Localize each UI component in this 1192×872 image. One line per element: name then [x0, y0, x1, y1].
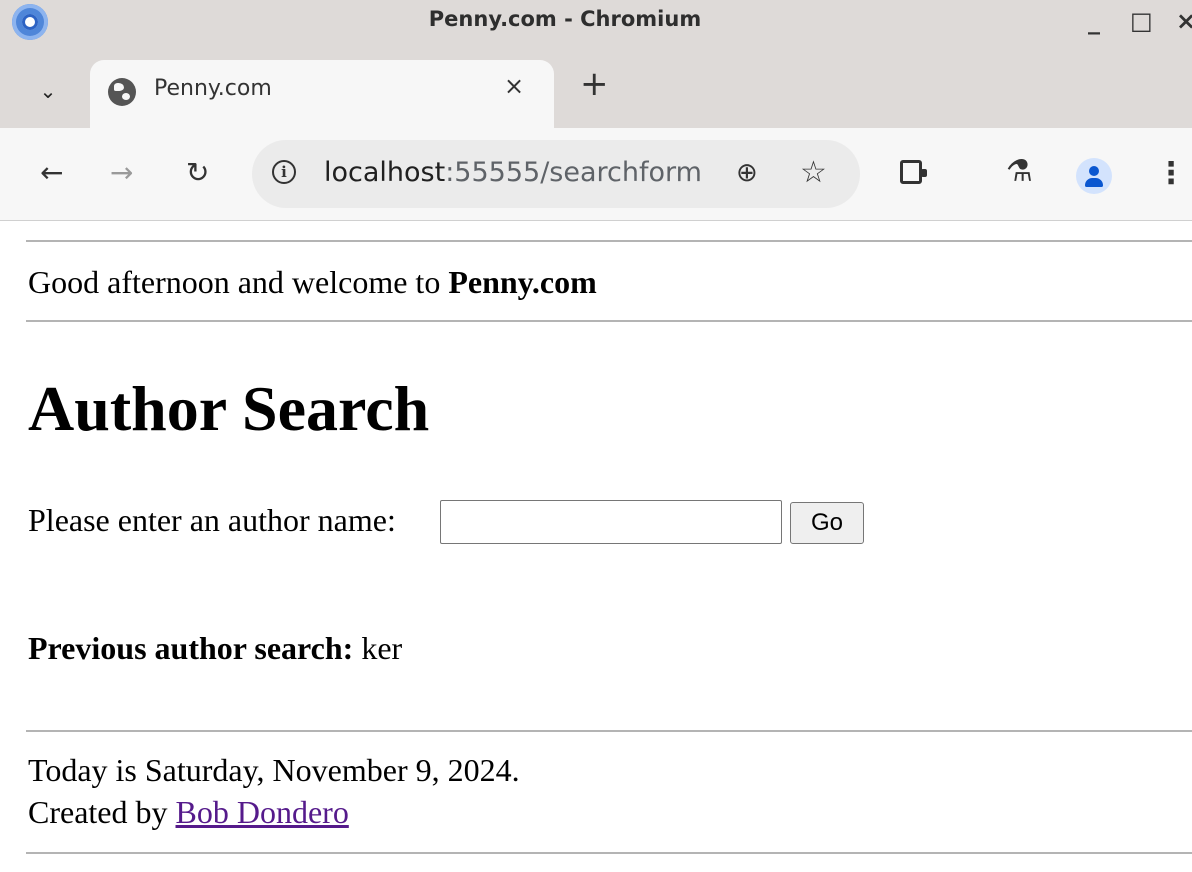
author-search-label: Please enter an author name: [28, 502, 396, 538]
previous-search-value: ker [361, 630, 403, 666]
previous-search: Previous author search: ker [28, 630, 402, 667]
window-title: Penny.com - Chromium [428, 7, 702, 31]
zoom-icon[interactable]: ⊕ [736, 158, 758, 188]
new-tab-button[interactable]: + [580, 64, 609, 104]
menu-icon[interactable]: ⋮ [1156, 156, 1186, 191]
labs-icon[interactable]: ⚗ [1006, 154, 1033, 189]
created-by-prefix: Created by [28, 794, 176, 830]
author-name-input[interactable] [440, 500, 782, 544]
footer-date: Today is Saturday, November 9, 2024. [28, 752, 520, 788]
forward-icon[interactable]: → [110, 156, 133, 190]
tab-list-chevron-icon[interactable]: ⌄ [30, 76, 66, 112]
window-titlebar: Penny.com - Chromium _ □ × [0, 0, 1192, 44]
tab-close-icon[interactable]: × [504, 72, 524, 100]
url-rest: :55555/searchform [445, 157, 702, 188]
info-icon[interactable]: i [272, 160, 296, 184]
back-icon[interactable]: ← [40, 156, 63, 190]
divider-header [26, 320, 1192, 322]
tab-title: Penny.com [154, 76, 272, 101]
divider-top [26, 240, 1192, 242]
close-window-button[interactable]: × [1176, 6, 1192, 36]
url-text[interactable]: localhost:55555/searchform [324, 157, 702, 188]
tab-strip: ⌄ Penny.com × + [0, 44, 1192, 128]
url-host: localhost [324, 157, 446, 188]
greeting-site-name: Penny.com [448, 264, 597, 300]
maximize-button[interactable]: □ [1130, 6, 1153, 36]
minimize-button[interactable]: _ [1088, 6, 1100, 36]
author-link[interactable]: Bob Dondero [176, 794, 349, 830]
divider-bottom [26, 852, 1192, 854]
previous-search-label: Previous author search: [28, 630, 354, 666]
go-button[interactable]: Go [790, 502, 864, 544]
reload-icon[interactable]: ↻ [186, 156, 209, 190]
tab-penny[interactable]: Penny.com × [90, 60, 554, 128]
address-bar[interactable]: i localhost:55555/searchform ⊕ ☆ [252, 140, 860, 208]
globe-icon [108, 78, 136, 106]
greeting: Good afternoon and welcome to Penny.com [28, 264, 597, 301]
page-title: Author Search [28, 373, 430, 444]
extensions-icon[interactable] [900, 160, 927, 184]
footer-created-by: Created by Bob Dondero [28, 794, 349, 831]
bookmark-star-icon[interactable]: ☆ [800, 155, 827, 190]
browser-toolbar: ← → ↻ i localhost:55555/searchform ⊕ ☆ ⚗… [0, 128, 1192, 221]
greeting-prefix: Good afternoon and welcome to [28, 264, 449, 300]
profile-avatar[interactable] [1076, 158, 1112, 194]
divider-footer [26, 730, 1192, 732]
